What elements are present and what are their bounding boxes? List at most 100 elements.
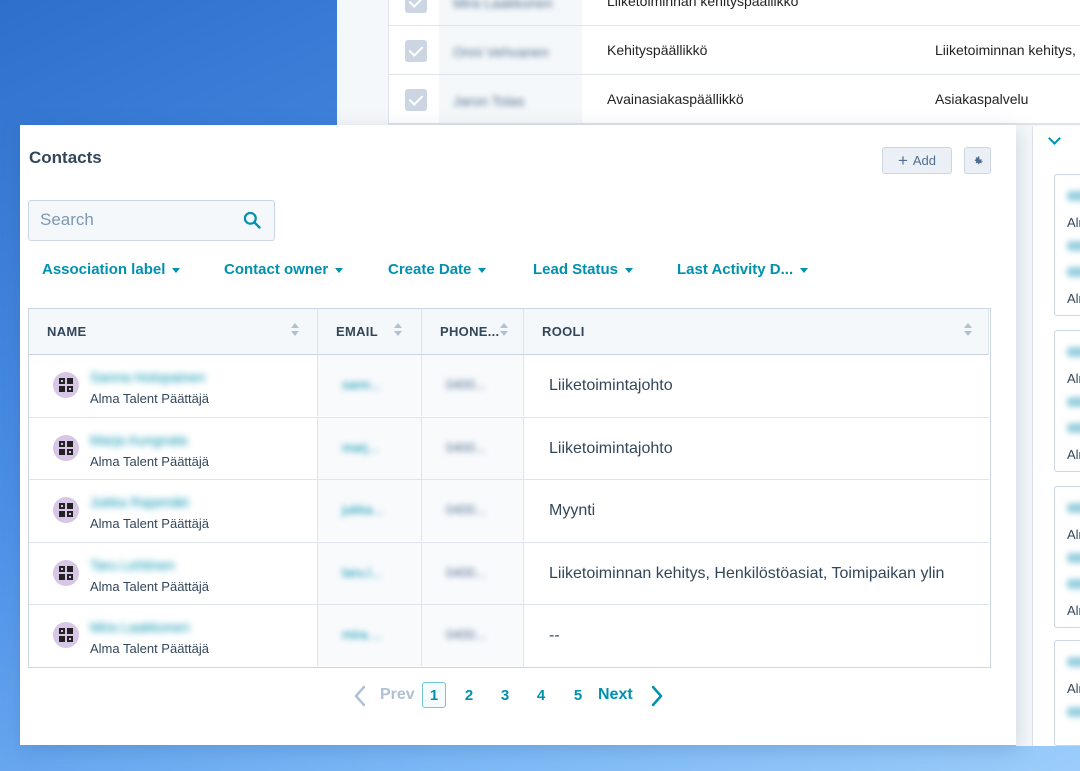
bg-row-dept: Liiketoiminnan kehitys, H	[935, 42, 1080, 58]
contact-role: Liiketoiminnan kehitys, Henkilöstöasiat,…	[549, 564, 945, 582]
right-association-card[interactable]: Alr	[1054, 640, 1080, 746]
contact-company: Alma Talent Päättäjä	[90, 453, 209, 469]
bg-row-name: Jaron Tolas	[453, 93, 525, 109]
contact-company: Alma Talent Päättäjä	[90, 641, 209, 656]
table-row[interactable]: Mira Laakkonen Alma Talent Päättäjä mira…	[29, 605, 989, 668]
company-logo-icon	[59, 440, 73, 455]
filter-association-label[interactable]: Association label	[42, 261, 181, 278]
checkbox-checked-icon[interactable]	[405, 0, 427, 13]
contact-role: --	[549, 627, 560, 644]
right-card-company: Alr	[1067, 447, 1080, 462]
bg-row-title: Liiketoiminnan kehityspäällikkö	[607, 0, 799, 9]
column-header-phone[interactable]: PHONE...	[422, 309, 524, 354]
filter-contact-owner[interactable]: Contact owner	[224, 261, 344, 278]
company-logo-avatar	[53, 622, 79, 648]
right-association-card[interactable]: Alr Alr	[1054, 486, 1080, 628]
table-row[interactable]: Sanna Holopainen Alma Talent Päättäjä sa…	[29, 355, 989, 418]
contact-name-link[interactable]: Sanna Holopainen	[90, 369, 205, 385]
column-header-email[interactable]: EMAIL	[318, 309, 422, 354]
gear-icon	[974, 155, 983, 164]
table-row[interactable]: Taru Lehtinen Alma Talent Päättäjä taru.…	[29, 542, 989, 605]
add-button-label: Add	[912, 153, 937, 168]
plus-icon: +	[897, 151, 908, 170]
pagination: Prev 1 2 3 4 5 Next	[20, 681, 1016, 711]
company-logo-icon	[59, 503, 73, 517]
caret-down-icon	[335, 267, 344, 273]
contact-name-link[interactable]: Marja Aungnala	[90, 432, 187, 448]
search-input[interactable]	[29, 201, 229, 239]
filter-last-activity-date[interactable]: Last Activity D...	[677, 261, 809, 278]
contact-role: Liiketoimintajohto	[549, 377, 673, 394]
caret-down-icon	[478, 267, 487, 273]
right-card-company: Alr	[1067, 681, 1080, 696]
bg-row-title: Avainasiakaspäällikkö	[607, 91, 744, 107]
bg-row-dept: Asiakaspalvelu	[935, 91, 1029, 107]
checkbox-checked-icon[interactable]	[405, 89, 427, 111]
page-2-button[interactable]: 2	[457, 682, 481, 708]
right-card-company: Alr	[1067, 603, 1080, 618]
contact-company: Alma Talent Päättäjä	[90, 578, 209, 594]
bg-row-title: Kehityspäällikkö	[607, 42, 708, 58]
chevron-right-icon[interactable]	[650, 685, 664, 707]
page-3-button[interactable]: 3	[493, 682, 517, 708]
contacts-panel: Contacts + Add Association label Contact…	[20, 125, 1016, 745]
contact-phone: 0400...	[446, 502, 486, 517]
contact-phone: 0400...	[446, 439, 486, 455]
contact-email-link[interactable]: marj...	[342, 440, 378, 455]
contact-name-link[interactable]: Mira Laakkonen	[90, 619, 190, 635]
contacts-title: Contacts	[29, 148, 102, 167]
caret-down-icon	[172, 267, 181, 273]
table-row[interactable]: Marja Aungnala Alma Talent Päättäjä marj…	[29, 417, 989, 480]
add-button[interactable]: + Add	[882, 147, 952, 174]
company-logo-icon	[59, 378, 73, 392]
contact-phone: 0400...	[446, 627, 486, 642]
background-table: Mira Laakkonen Liiketoiminnan kehityspää…	[388, 0, 1080, 125]
company-logo-avatar	[53, 372, 79, 398]
filter-lead-status[interactable]: Lead Status	[533, 261, 634, 278]
right-association-card[interactable]: Alr Alr	[1054, 174, 1080, 316]
right-association-card[interactable]: Alr Alr	[1054, 330, 1080, 472]
next-page-button[interactable]: Next	[598, 686, 633, 704]
right-card-company: Alr	[1067, 371, 1080, 386]
contact-email-link[interactable]: taru.l...	[342, 565, 382, 580]
page-1-button[interactable]: 1	[422, 682, 446, 708]
contact-phone: 0400...	[446, 377, 486, 392]
contacts-table: NAME EMAIL PHONE... ROOLI Sanna Holopain…	[28, 308, 991, 668]
column-header-name[interactable]: NAME	[29, 309, 318, 354]
contact-role: Liiketoimintajohto	[549, 439, 673, 457]
settings-button[interactable]	[964, 147, 991, 174]
caret-down-icon	[800, 267, 809, 273]
checkbox-checked-icon[interactable]	[405, 40, 427, 62]
column-header-rooli[interactable]: ROOLI	[524, 309, 989, 354]
right-card-company: Alr	[1067, 291, 1080, 306]
table-header: NAME EMAIL PHONE... ROOLI	[29, 309, 989, 355]
contact-phone: 0400...	[446, 564, 486, 580]
company-logo-avatar	[53, 559, 79, 586]
prev-page-button[interactable]: Prev	[380, 686, 415, 704]
contact-email-link[interactable]: mira....	[342, 627, 382, 642]
contact-email-link[interactable]: sann...	[342, 377, 381, 392]
page-4-button[interactable]: 4	[529, 682, 553, 708]
caret-down-icon	[625, 267, 634, 273]
right-card-company: Alr	[1067, 215, 1080, 230]
search-icon[interactable]	[242, 210, 262, 230]
contact-email-link[interactable]: jukka...	[342, 502, 383, 517]
company-logo-icon	[59, 565, 73, 580]
contact-role: Myynti	[549, 502, 596, 519]
bg-table-row: Mira Laakkonen Liiketoiminnan kehityspää…	[389, 0, 1080, 26]
contact-name-link[interactable]: Taru Lehtinen	[90, 557, 175, 573]
company-logo-icon	[59, 628, 73, 642]
bg-table-row: Onni Vehvanen Kehityspäällikkö Liiketoim…	[389, 26, 1080, 75]
page-5-button[interactable]: 5	[566, 682, 590, 708]
company-logo-avatar	[53, 434, 79, 461]
contact-name-link[interactable]: Jukka Rajamäki	[90, 494, 189, 510]
search-box	[28, 200, 275, 241]
chevron-left-icon[interactable]	[353, 685, 367, 707]
contact-company: Alma Talent Päättäjä	[90, 391, 209, 406]
filter-create-date[interactable]: Create Date	[388, 261, 487, 278]
bg-table-row: Jaron Tolas Avainasiakaspäällikkö Asiaka…	[389, 75, 1080, 124]
bg-row-name: Onni Vehvanen	[453, 44, 549, 60]
company-logo-avatar	[53, 497, 79, 523]
right-card-company: Alr	[1067, 527, 1080, 542]
table-row[interactable]: Jukka Rajamäki Alma Talent Päättäjä jukk…	[29, 480, 989, 543]
